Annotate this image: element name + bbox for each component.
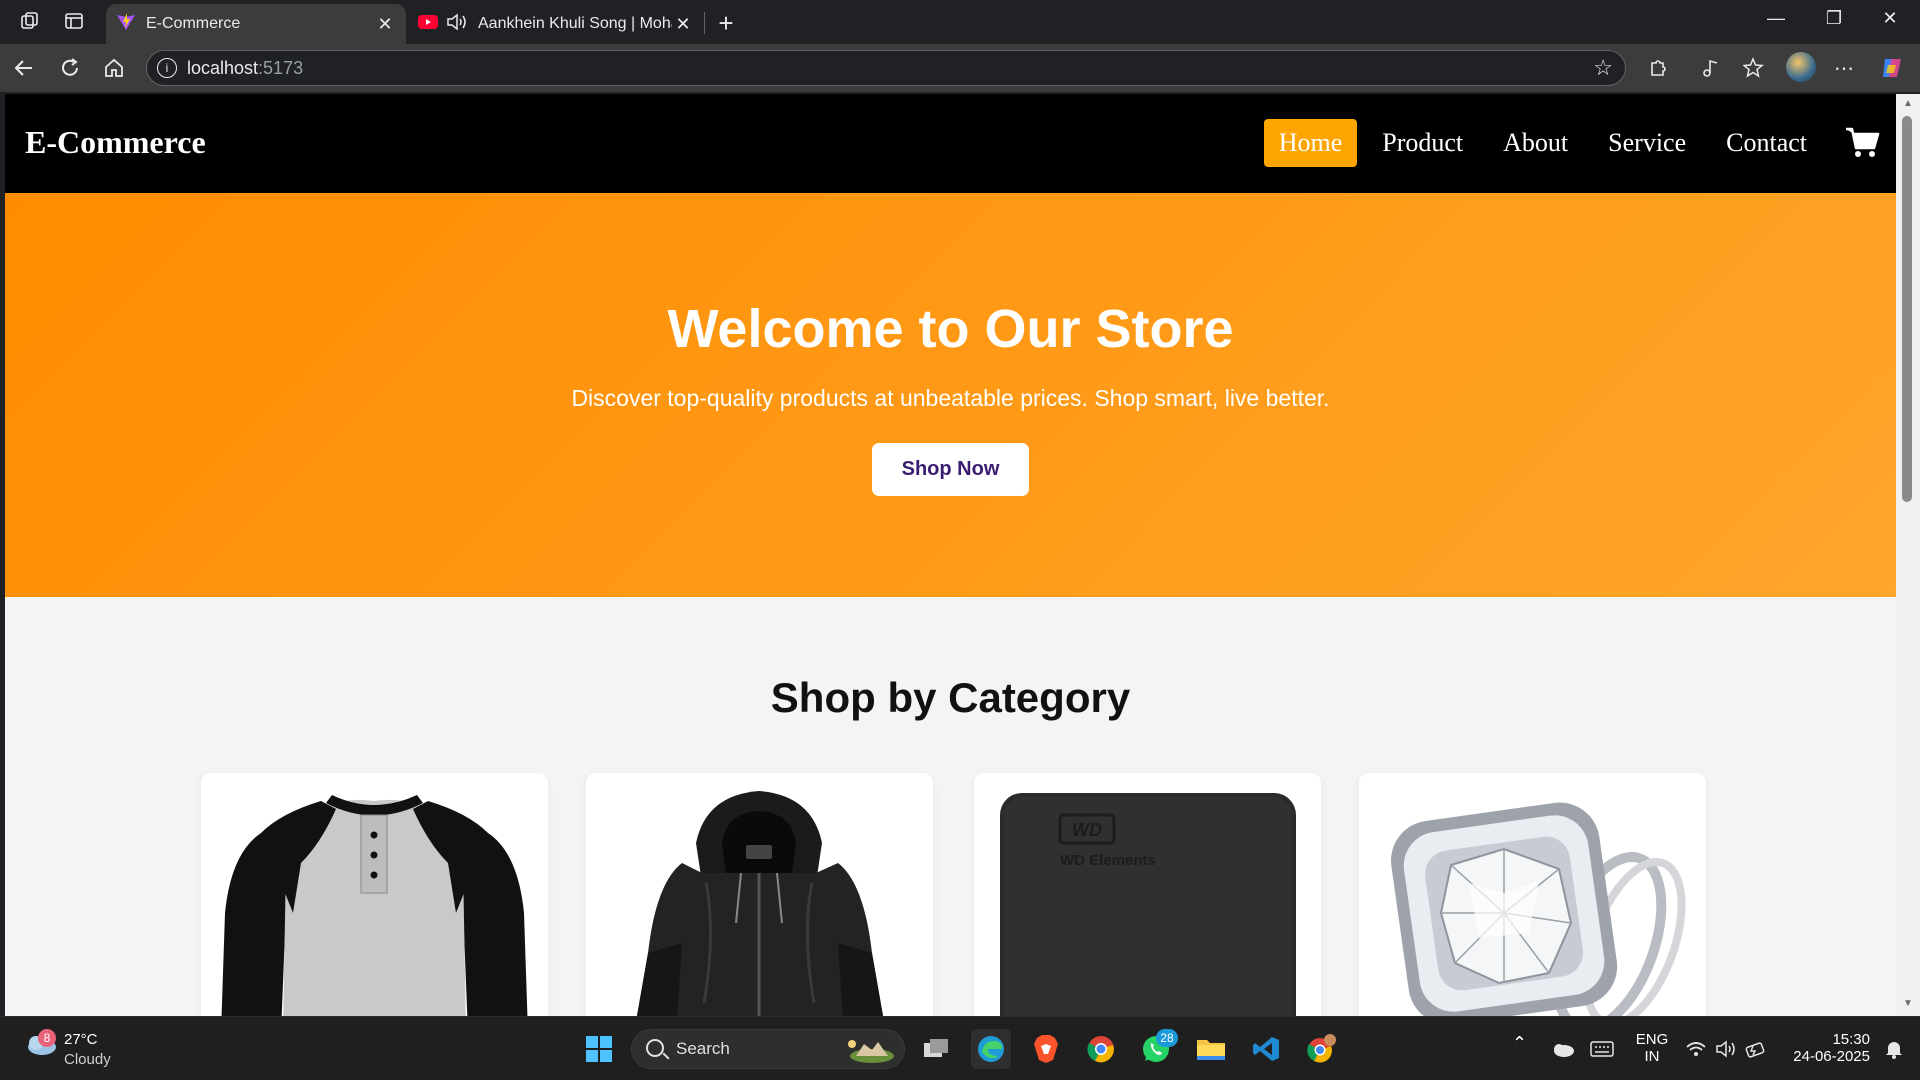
hero-title: Welcome to Our Store bbox=[667, 299, 1234, 359]
media-control-icon[interactable] bbox=[1696, 54, 1724, 82]
extensions-icon[interactable] bbox=[1644, 54, 1672, 82]
close-tab-icon[interactable]: ✕ bbox=[672, 14, 694, 35]
youtube-favicon-icon bbox=[418, 14, 438, 35]
hard-drive-image: WD WD Elements bbox=[1000, 793, 1296, 1016]
category-card-jewelry[interactable] bbox=[1359, 773, 1706, 1016]
windows-taskbar: 8 27°C Cloudy Search 28 ⌃ ENG IN 15:30 2… bbox=[0, 1016, 1920, 1080]
weather-condition[interactable]: Cloudy bbox=[64, 1051, 111, 1068]
clock[interactable]: 15:30 24-06-2025 bbox=[1780, 1031, 1870, 1065]
tab-ecommerce[interactable]: E-Commerce ✕ bbox=[106, 4, 406, 44]
site-info-icon[interactable]: i bbox=[157, 58, 177, 78]
chrome-profile-app-icon[interactable] bbox=[1301, 1029, 1341, 1069]
language-indicator[interactable]: ENG IN bbox=[1630, 1031, 1674, 1065]
cart-icon[interactable] bbox=[1844, 124, 1880, 160]
home-icon[interactable] bbox=[100, 54, 128, 82]
brave-app-icon[interactable] bbox=[1026, 1029, 1066, 1069]
chrome-app-icon[interactable] bbox=[1081, 1029, 1121, 1069]
diamond-ring-image bbox=[1391, 802, 1686, 1016]
search-icon bbox=[646, 1039, 664, 1057]
nav-service[interactable]: Service bbox=[1593, 119, 1701, 167]
reload-icon[interactable] bbox=[56, 54, 84, 82]
search-label: Search bbox=[676, 1039, 730, 1058]
drive-label: WD Elements bbox=[1060, 852, 1156, 869]
weather-alert-badge: 8 bbox=[38, 1029, 56, 1047]
close-tab-icon[interactable]: ✕ bbox=[374, 14, 396, 35]
notifications-bell-icon[interactable] bbox=[1874, 1029, 1914, 1069]
copilot-icon[interactable] bbox=[1878, 54, 1906, 82]
region-code: IN bbox=[1644, 1048, 1660, 1065]
keyboard-icon[interactable] bbox=[1582, 1029, 1622, 1069]
weather-temperature[interactable]: 27°C bbox=[64, 1031, 98, 1048]
address-bar[interactable]: i localhost:5173 ☆ bbox=[146, 50, 1626, 86]
tab-divider bbox=[704, 12, 705, 34]
browser-tab-bar: E-Commerce ✕ Aankhein Khuli Song | Moha … bbox=[0, 0, 1920, 44]
nav-contact[interactable]: Contact bbox=[1711, 119, 1822, 167]
whatsapp-unread-badge: 28 bbox=[1156, 1029, 1178, 1047]
leather-jacket-image bbox=[636, 791, 884, 1016]
back-icon[interactable] bbox=[10, 54, 38, 82]
vite-favicon-icon bbox=[116, 12, 136, 37]
scroll-down-icon[interactable]: ▼ bbox=[1901, 998, 1915, 1009]
clock-date: 24-06-2025 bbox=[1793, 1048, 1870, 1065]
taskbar-search[interactable]: Search bbox=[631, 1029, 905, 1069]
workspaces-icon[interactable] bbox=[18, 9, 42, 33]
raglan-shirt-image bbox=[221, 795, 528, 1016]
onedrive-icon[interactable] bbox=[1542, 1029, 1582, 1069]
browser-toolbar: i localhost:5173 ☆ ⋯ bbox=[0, 44, 1920, 92]
svg-text:WD: WD bbox=[1072, 820, 1102, 840]
vscode-app-icon[interactable] bbox=[1246, 1029, 1286, 1069]
url-port: :5173 bbox=[258, 57, 304, 78]
restore-icon[interactable]: ❐ bbox=[1814, 8, 1854, 29]
speaker-icon[interactable] bbox=[446, 12, 468, 37]
search-highlight-icon bbox=[842, 1036, 894, 1069]
file-explorer-icon[interactable] bbox=[1191, 1029, 1231, 1069]
category-card-electronics[interactable]: WD WD Elements bbox=[974, 773, 1321, 1016]
battery-icon[interactable] bbox=[1736, 1029, 1776, 1069]
more-options-icon[interactable]: ⋯ bbox=[1830, 54, 1858, 82]
favorite-star-icon[interactable]: ☆ bbox=[1593, 55, 1613, 81]
tab-title: Aankhein Khuli Song | Moha bbox=[478, 15, 672, 32]
windows-start-icon[interactable] bbox=[579, 1029, 619, 1069]
page-viewport: E-Commerce Home Product About Service Co… bbox=[5, 94, 1896, 1016]
minimize-icon[interactable]: — bbox=[1756, 8, 1796, 29]
hero-banner: Welcome to Our Store Discover top-qualit… bbox=[5, 193, 1896, 597]
category-card-clothing[interactable] bbox=[201, 773, 548, 1016]
site-navbar: E-Commerce Home Product About Service Co… bbox=[5, 94, 1896, 193]
site-brand[interactable]: E-Commerce bbox=[25, 124, 206, 161]
vertical-tabs-icon[interactable] bbox=[62, 9, 86, 33]
language-code: ENG bbox=[1635, 1031, 1669, 1048]
nav-product[interactable]: Product bbox=[1367, 119, 1478, 167]
new-tab-icon[interactable]: + bbox=[712, 8, 740, 39]
category-section-title: Shop by Category bbox=[770, 674, 1131, 721]
task-view-icon[interactable] bbox=[916, 1029, 956, 1069]
close-window-icon[interactable]: ✕ bbox=[1870, 8, 1910, 29]
page-scrollbar[interactable]: ▲ ▼ bbox=[1896, 94, 1920, 1016]
category-card-jackets[interactable] bbox=[586, 773, 933, 1016]
tab-title: E-Commerce bbox=[146, 15, 241, 32]
tab-youtube[interactable]: Aankhein Khuli Song | Moha ✕ bbox=[408, 4, 704, 44]
hero-subtitle: Discover top-quality products at unbeata… bbox=[571, 385, 1330, 411]
clock-time: 15:30 bbox=[1832, 1031, 1870, 1048]
shop-now-button[interactable]: Shop Now bbox=[872, 443, 1029, 496]
show-hidden-icons-icon[interactable]: ⌃ bbox=[1512, 1033, 1527, 1054]
url-host: localhost bbox=[187, 57, 259, 78]
profile-avatar[interactable] bbox=[1786, 52, 1816, 82]
nav-about[interactable]: About bbox=[1488, 119, 1583, 167]
edge-app-icon[interactable] bbox=[971, 1029, 1011, 1069]
scroll-up-icon[interactable]: ▲ bbox=[1901, 98, 1915, 109]
favorites-icon[interactable] bbox=[1740, 54, 1768, 82]
nav-home[interactable]: Home bbox=[1263, 119, 1358, 167]
nav-links: Home Product About Service Contact bbox=[1263, 119, 1822, 167]
scrollbar-thumb[interactable] bbox=[1902, 116, 1912, 502]
